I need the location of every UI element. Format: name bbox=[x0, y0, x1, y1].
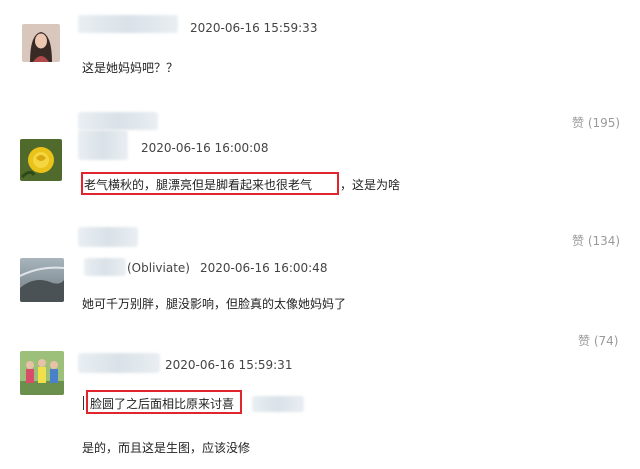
landscape-avatar-icon bbox=[20, 258, 64, 302]
comment-text-highlighted: 老气横秋的，腿漂亮但是脚看起来也很老气 bbox=[84, 178, 313, 192]
username-blurred[interactable] bbox=[84, 258, 126, 276]
avatar-comment-4[interactable] bbox=[20, 351, 64, 395]
woman-portrait-avatar-icon bbox=[22, 24, 60, 62]
username-blurred[interactable] bbox=[78, 15, 178, 33]
group-photo-avatar-icon bbox=[20, 351, 64, 395]
comment-timestamp: 2020-06-16 15:59:31 bbox=[165, 358, 293, 372]
comment-text: 这是她妈妈吧？？ bbox=[82, 61, 179, 75]
comment-text: ，这是为啥 bbox=[340, 178, 401, 192]
mention-blurred[interactable] bbox=[252, 396, 304, 412]
comment-text-highlighted: 脸圆了之后面相比原来讨喜 bbox=[90, 397, 235, 411]
like-button[interactable]: 赞 (195) bbox=[572, 114, 620, 131]
like-button[interactable]: 赞 (134) bbox=[572, 232, 620, 249]
text-cursor bbox=[83, 396, 84, 410]
comment-text: 她可千万别胖，腿没影响，但脸真的太像她妈妈了 bbox=[82, 297, 347, 311]
reply-blurred bbox=[78, 227, 138, 247]
avatar-comment-1[interactable] bbox=[22, 24, 60, 62]
avatar-comment-2[interactable] bbox=[20, 139, 62, 181]
username-suffix[interactable]: (Obliviate) bbox=[127, 261, 190, 275]
comment-timestamp: 2020-06-16 15:59:33 bbox=[190, 21, 318, 35]
username-blurred[interactable] bbox=[78, 130, 128, 160]
avatar-comment-3[interactable] bbox=[20, 258, 64, 302]
yellow-rose-avatar-icon bbox=[20, 139, 62, 181]
reply-text: 是的，而且这是生图，应该没修 bbox=[82, 441, 251, 455]
username-blurred[interactable] bbox=[78, 353, 160, 373]
comment-timestamp: 2020-06-16 16:00:08 bbox=[141, 141, 269, 155]
reply-blurred bbox=[78, 112, 158, 130]
like-button[interactable]: 赞 (74) bbox=[578, 332, 618, 349]
comment-timestamp: 2020-06-16 16:00:48 bbox=[200, 261, 328, 275]
